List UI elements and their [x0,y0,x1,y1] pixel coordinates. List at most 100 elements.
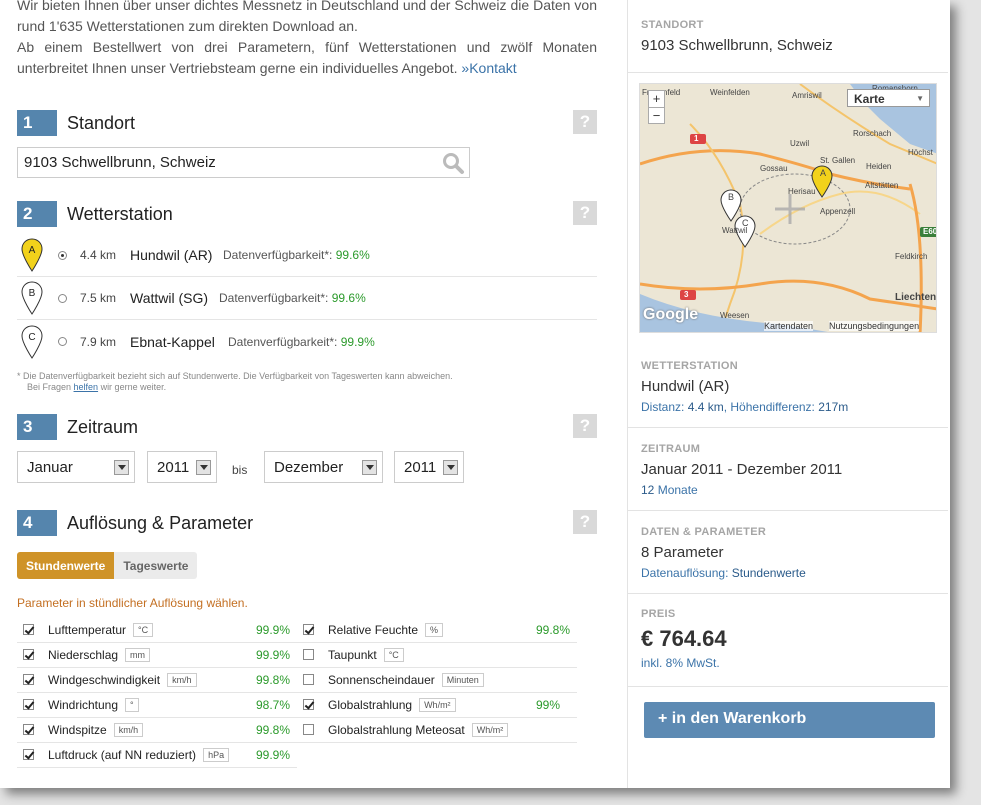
section-parameter-header: 4 Auflösung & Parameter ? [17,510,597,536]
help-icon[interactable]: ? [573,110,597,134]
parameter-checkbox[interactable] [23,624,34,635]
from-month-select[interactable]: Januar [17,451,135,483]
station-availability: Datenverfügbarkeit*: 99.6% [219,291,366,305]
summary-params-value: 8 Parameter [641,544,724,561]
location-map[interactable]: A B C FrauenfeldWeinfeldenAmriswilRomans… [639,83,937,333]
parameter-checkbox[interactable] [303,674,314,685]
parameter-checkbox[interactable] [23,724,34,735]
parameter-label: Lufttemperatur [48,623,127,637]
zoom-in-button[interactable]: + [649,91,664,107]
station-name: Ebnat-Kappel [130,333,215,350]
svg-text:B: B [29,288,36,299]
resolution-hourly-button[interactable]: Stundenwerte [17,552,115,579]
parameter-checkbox[interactable] [23,674,34,685]
map-place-label: Altstätten [865,181,899,190]
station-name: Hundwil (AR) [130,247,213,263]
summary-station-details: Distanz: 4.4 km, Höhendifferenz: 217m [641,400,849,414]
summary-location-value: 9103 Schwellbrunn, Schweiz [641,37,833,54]
parameter-row[interactable]: Sonnenscheindauer Minuten [297,668,577,693]
section-number: 4 [17,510,57,536]
section-wetterstation-header: 2 Wetterstation ? [17,201,597,227]
price-value: € 764.64 [641,626,727,651]
parameter-checkbox[interactable] [303,699,314,710]
summary-zeitraum: ZEITRAUM Januar 2011 - Dezember 2011 12 … [628,428,948,511]
road-number-badge: 3 [684,290,689,299]
parameter-unit: °C [383,648,404,662]
station-distance: 7.9 km [80,334,117,349]
station-radio[interactable] [58,250,67,260]
summary-label: STANDORT [641,19,704,31]
parameter-checkbox[interactable] [23,699,34,710]
road-number-badge: E60 [923,227,937,236]
chevron-down-icon [196,460,211,475]
parameter-checkbox[interactable] [23,749,34,760]
parameter-checkbox[interactable] [303,724,314,735]
marker-b-icon: B [21,281,43,315]
parameter-availability: 99.8% [256,723,291,737]
parameter-row[interactable]: Globalstrahlung Meteosat Wh/m² [297,718,577,743]
parameter-row[interactable]: Niederschlag mm 99.9% [17,643,297,668]
resolution-daily-button[interactable]: Tageswerte [114,552,198,579]
zoom-out-button[interactable]: − [649,107,664,124]
help-link[interactable]: helfen [74,382,99,392]
section-standort-header: 1 Standort ? [17,110,597,136]
parameter-label: Windspitze [48,723,107,737]
parameter-checkbox[interactable] [303,649,314,660]
parameter-row[interactable]: Globalstrahlung Wh/m² 99% [297,693,577,718]
parameter-availability: 99.8% [536,623,571,637]
map-place-label: Appenzell [820,207,856,216]
station-row[interactable]: A 4.4 km Hundwil (AR) Datenverfügbarkeit… [17,234,597,277]
help-icon[interactable]: ? [573,414,597,438]
road-number-badge: 1 [694,134,699,143]
order-form: Wir bieten Ihnen über unser dichtes Mess… [17,0,597,768]
parameter-row[interactable]: Relative Feuchte% 99.8% [297,618,577,643]
station-radio[interactable] [58,293,67,303]
summary-period-value: Januar 2011 - Dezember 2011 [641,461,843,478]
contact-link[interactable]: »Kontakt [461,60,516,76]
parameter-unit: km/h [113,723,144,737]
station-row[interactable]: B 7.5 km Wattwil (SG) Datenverfügbarkeit… [17,277,597,320]
parameter-row[interactable]: Taupunkt °C [297,643,577,668]
station-radio[interactable] [58,337,67,346]
summary-resolution: Datenauflösung: Stundenwerte [641,566,806,580]
parameter-row[interactable]: Windrichtung ° 98.7% [17,693,297,718]
map-place-label: Weesen [720,311,750,320]
help-icon[interactable]: ? [573,201,597,225]
location-search-input[interactable]: 9103 Schwellbrunn, Schweiz [17,147,470,178]
from-year-select[interactable]: 2011 [147,451,217,483]
order-summary: STANDORT 9103 Schwellbrunn, Schweiz A B … [627,0,948,788]
period-separator: bis [232,463,248,477]
to-year-select[interactable]: 2011 [394,451,464,483]
map-place-label: Gossau [760,164,788,173]
parameter-unit: hPa [203,748,230,762]
parameter-row[interactable]: Windgeschwindigkeit km/h 99.8% [17,668,297,693]
map-place-label: Herisau [788,187,816,196]
parameter-row[interactable]: Lufttemperatur °C 99.9% [17,618,297,643]
map-place-label: St. Gallen [820,156,856,165]
station-distance: 7.5 km [80,291,117,305]
section-number: 3 [17,414,57,440]
zoom-control: + − [648,90,665,124]
parameter-label: Luftdruck (auf NN reduziert) [48,748,197,762]
parameter-unit: Wh/m² [471,723,509,737]
parameter-row[interactable]: Windspitze km/h 99.8% [17,718,297,743]
summary-standort: STANDORT 9103 Schwellbrunn, Schweiz [628,0,948,73]
parameter-checkbox[interactable] [23,649,34,660]
map-place-label: Wattwil [722,226,748,235]
station-row[interactable]: C 7.9 km Ebnat-Kappel Datenverfügbarkeit… [17,320,597,363]
section-number: 1 [17,110,57,136]
map-data-link[interactable]: Kartendaten [764,321,814,331]
marker-a-icon: A [21,238,43,272]
map-terms-link[interactable]: Nutzungsbedingungen [829,321,920,331]
search-icon[interactable] [441,151,465,175]
to-month-select[interactable]: Dezember [264,451,383,483]
add-to-cart-button[interactable]: + in den Warenkorb [644,702,935,738]
parameter-unit: Wh/m² [419,698,456,712]
google-logo: Google [643,306,699,323]
help-icon[interactable]: ? [573,510,597,534]
parameter-availability: 99.8% [256,673,291,687]
map-type-select[interactable]: Karte ▼ [847,89,930,107]
parameter-checkbox[interactable] [303,624,314,635]
parameter-row[interactable]: Luftdruck (auf NN reduziert) hPa 99.9% [17,743,297,768]
section-number: 2 [17,201,57,227]
